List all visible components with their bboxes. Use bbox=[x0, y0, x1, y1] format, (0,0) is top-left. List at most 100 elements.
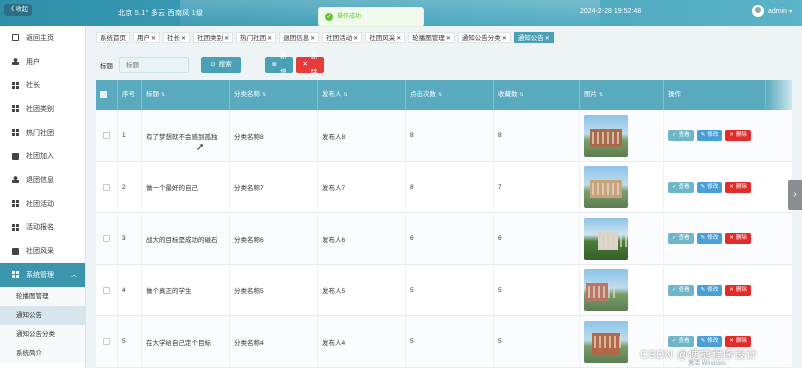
search-button[interactable]: ⊙ 搜索 bbox=[201, 57, 241, 73]
sidebar-subitem-notice-category[interactable]: 通知公告分类 bbox=[0, 324, 85, 344]
edit-button[interactable]: ✎ 修改 bbox=[696, 233, 723, 245]
batch-delete-button[interactable]: ✕ 删除 bbox=[296, 53, 324, 76]
close-icon: ✕ bbox=[302, 61, 308, 68]
tab-notices[interactable]: 通知公告✕ bbox=[513, 32, 554, 43]
delete-button[interactable]: ✕ 删除 bbox=[725, 233, 751, 245]
notice-thumbnail[interactable] bbox=[584, 217, 628, 260]
cell-category: 分类名称5 bbox=[230, 264, 318, 316]
tab-club-category[interactable]: 社团类别✕ bbox=[193, 32, 234, 43]
cell-title: 在大学给自己定个目标 bbox=[142, 316, 230, 368]
close-icon[interactable]: ✕ bbox=[545, 36, 550, 42]
row-checkbox[interactable] bbox=[103, 338, 110, 346]
sidebar-item-president[interactable]: 社长 bbox=[0, 73, 85, 97]
tab-label: 系统首页 bbox=[100, 35, 126, 42]
row-select[interactable] bbox=[96, 161, 118, 213]
tab-home[interactable]: 系统首页 bbox=[96, 32, 130, 43]
close-icon[interactable]: ✕ bbox=[310, 36, 315, 42]
search-icon: ⊙ bbox=[210, 61, 216, 68]
tab-users[interactable]: 用户✕ bbox=[133, 32, 161, 43]
delete-button[interactable]: ✕ 删除 bbox=[725, 284, 751, 296]
row-select[interactable] bbox=[96, 316, 118, 368]
add-button[interactable]: ⊕ 新增 bbox=[265, 53, 293, 76]
title-search-input[interactable] bbox=[119, 57, 189, 73]
sidebar-subitem-about[interactable]: 系统简介 bbox=[0, 343, 85, 363]
notice-thumbnail[interactable] bbox=[584, 269, 628, 312]
close-icon[interactable]: ✕ bbox=[224, 36, 229, 42]
row-select[interactable] bbox=[96, 110, 118, 162]
close-icon[interactable]: ✕ bbox=[396, 36, 401, 42]
sort-icon[interactable]: ⇅ bbox=[599, 92, 603, 98]
row-checkbox[interactable] bbox=[103, 235, 110, 243]
close-icon: ✕ bbox=[729, 286, 734, 293]
close-icon[interactable]: ✕ bbox=[267, 36, 272, 42]
cell-clicks: 6 bbox=[406, 213, 494, 265]
cell-image bbox=[580, 161, 664, 213]
tab-club-style[interactable]: 社团风采✕ bbox=[365, 32, 406, 43]
close-icon[interactable]: ✕ bbox=[502, 36, 507, 42]
view-button[interactable]: ✓ 查看 bbox=[668, 181, 694, 193]
view-button[interactable]: ✓ 查看 bbox=[668, 233, 694, 245]
column-header-publisher[interactable]: 发布人 ⇅ bbox=[318, 80, 406, 110]
sidebar-item-club-activities[interactable]: 社团活动 bbox=[0, 192, 85, 216]
edit-button[interactable]: ✎ 修改 bbox=[696, 181, 723, 193]
sidebar-group-system[interactable]: 系统管理 ︿ bbox=[0, 262, 85, 287]
cell-clicks: 8 bbox=[406, 110, 494, 162]
sort-icon[interactable]: ⇅ bbox=[262, 92, 266, 98]
sidebar-item-quit-info[interactable]: 退团信息 bbox=[0, 168, 85, 192]
tab-president[interactable]: 社长✕ bbox=[163, 32, 191, 43]
column-header-no[interactable]: 序号 bbox=[118, 80, 142, 110]
notice-thumbnail[interactable] bbox=[584, 114, 628, 157]
sidebar-item-club-join[interactable]: 社团加入 bbox=[0, 144, 85, 168]
sidebar-item-club-category[interactable]: 社团类别 bbox=[0, 97, 85, 121]
row-select[interactable] bbox=[96, 264, 118, 316]
delete-button[interactable]: ✕ 删除 bbox=[725, 181, 751, 193]
sidebar-item-home[interactable]: 返回主页 bbox=[0, 26, 85, 50]
column-header-category[interactable]: 分类名称 ⇅ bbox=[230, 80, 318, 110]
column-header-image[interactable]: 图片 ⇅ bbox=[580, 80, 664, 110]
tab-quit-info[interactable]: 退团信息✕ bbox=[279, 32, 320, 43]
sort-icon[interactable]: ⇅ bbox=[161, 92, 165, 98]
cell-clicks: 8 bbox=[406, 161, 494, 213]
delete-button[interactable]: ✕ 删除 bbox=[725, 130, 751, 142]
sidebar-item-club-style[interactable]: 社团风采 bbox=[0, 239, 85, 263]
cell-title: 战大的目标是成功的磁石 bbox=[142, 213, 230, 265]
tab-club-activities[interactable]: 社团活动✕ bbox=[322, 32, 363, 43]
column-header-clicks[interactable]: 点击次数 ⇅ bbox=[406, 80, 494, 110]
close-icon[interactable]: ✕ bbox=[446, 36, 451, 42]
column-header-title[interactable]: 标题 ⇅ bbox=[142, 80, 230, 110]
tab-notice-category[interactable]: 通知公告分类✕ bbox=[457, 32, 511, 43]
column-header-favorites[interactable]: 收藏数 ⇅ bbox=[494, 80, 580, 110]
tab-hot-clubs[interactable]: 热门社团✕ bbox=[236, 32, 277, 43]
weather-info: 北京 5.1° 多云 西南风 1级 bbox=[118, 10, 204, 17]
select-all-checkbox[interactable] bbox=[100, 91, 107, 98]
select-all-header[interactable] bbox=[96, 80, 118, 110]
sidebar-item-users[interactable]: 用户 bbox=[0, 50, 85, 74]
user-menu[interactable]: admin ▾ bbox=[752, 5, 792, 19]
close-icon[interactable]: ✕ bbox=[181, 36, 186, 42]
sort-icon[interactable]: ⇅ bbox=[520, 92, 524, 98]
chevron-right-icon[interactable]: › bbox=[788, 180, 802, 210]
edit-button[interactable]: ✎ 修改 bbox=[696, 130, 723, 142]
close-icon[interactable]: ✕ bbox=[353, 36, 358, 42]
sort-icon[interactable]: ⇅ bbox=[344, 92, 348, 98]
sort-icon[interactable]: ⇅ bbox=[438, 92, 442, 98]
notice-thumbnail[interactable] bbox=[584, 166, 628, 209]
sidebar-item-label: 返回主页 bbox=[26, 34, 54, 42]
sidebar-item-hot-clubs[interactable]: 热门社团 bbox=[0, 121, 85, 145]
close-icon[interactable]: ✕ bbox=[151, 36, 156, 42]
view-button[interactable]: ✓ 查看 bbox=[668, 284, 694, 296]
sidebar-item-activity-signup[interactable]: 活动报名 bbox=[0, 216, 85, 240]
row-checkbox[interactable] bbox=[103, 132, 110, 140]
sidebar-item-label: 用户 bbox=[26, 58, 40, 66]
edit-button[interactable]: ✎ 修改 bbox=[696, 284, 723, 296]
notice-thumbnail[interactable] bbox=[584, 320, 628, 363]
row-checkbox[interactable] bbox=[103, 286, 110, 294]
sidebar-subitem-carousel[interactable]: 轮播图管理 bbox=[0, 286, 85, 306]
view-button[interactable]: ✓ 查看 bbox=[668, 130, 694, 142]
tab-carousel[interactable]: 轮播图管理✕ bbox=[408, 32, 455, 43]
cell-no: 4 bbox=[118, 264, 142, 316]
collapse-sidebar-button[interactable]: 《 收起 bbox=[4, 4, 32, 16]
row-select[interactable] bbox=[96, 213, 118, 265]
sidebar-subitem-notices[interactable]: 通知公告 bbox=[0, 305, 85, 325]
row-checkbox[interactable] bbox=[103, 183, 110, 191]
